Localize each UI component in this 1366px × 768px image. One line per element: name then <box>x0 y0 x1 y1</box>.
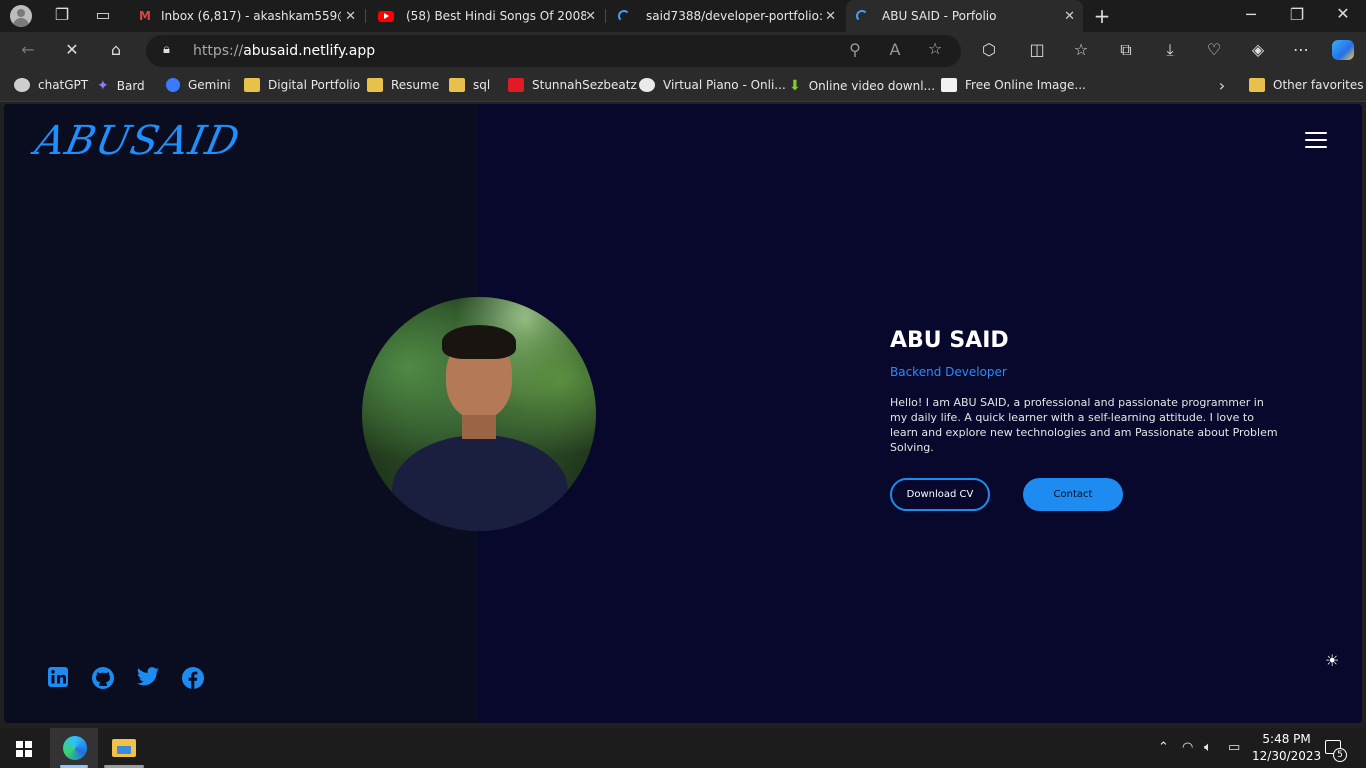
profile-role: Backend Developer <box>890 365 1007 379</box>
download-cv-button[interactable]: Download CV <box>890 478 990 511</box>
profile-avatar[interactable] <box>10 5 32 27</box>
close-icon[interactable]: ✕ <box>825 9 836 24</box>
new-tab-icon[interactable]: + <box>1091 4 1113 28</box>
taskbar: ⌃ ◠ 🔈︎ ▭ 5:48 PM 12/30/2023 5 <box>0 728 1366 768</box>
favorite-resume[interactable]: Resume <box>367 78 439 92</box>
tab-title: (58) Best Hindi Songs Of 2008 to <box>406 9 586 23</box>
gemini-icon <box>166 78 180 92</box>
tab-bar: ❐ ▭ M Inbox (6,817) - akashkam559@gm ✕ (… <box>0 0 1366 32</box>
edge-taskbar-icon[interactable] <box>50 728 98 768</box>
bard-icon: ✦ <box>97 78 109 94</box>
bookmark-icon <box>639 78 655 92</box>
clock-time: 5:48 PM <box>1262 732 1311 746</box>
favorite-star-icon[interactable]: ☆ <box>924 39 946 58</box>
restore-icon[interactable]: ❐ <box>1286 5 1308 24</box>
chevron-up-icon[interactable]: ⌃ <box>1158 740 1169 755</box>
chevron-right-icon[interactable]: › <box>1211 76 1233 95</box>
chatgpt-icon <box>14 78 30 92</box>
sun-icon[interactable]: ☀ <box>1325 651 1339 670</box>
profile-photo <box>362 297 596 531</box>
collections-icon[interactable]: ⧉ <box>1115 40 1137 60</box>
tab-title: said7388/developer-portfolio: So <box>646 9 826 23</box>
folder-icon <box>367 78 383 92</box>
favorites-icon[interactable]: ☆ <box>1070 40 1092 59</box>
favorite-video-downloader[interactable]: ⬇ Online video downl... <box>789 78 935 94</box>
performance-icon[interactable]: ♡ <box>1203 40 1225 59</box>
favorite-gemini[interactable]: Gemini <box>166 78 231 92</box>
file-explorer-icon[interactable] <box>112 739 136 757</box>
folder-icon <box>244 78 260 92</box>
contact-button[interactable]: Contact <box>1023 478 1123 511</box>
facebook-icon[interactable] <box>181 666 205 690</box>
url-text[interactable]: https://abusaid.netlify.app <box>193 43 375 59</box>
bookmark-icon <box>508 78 524 92</box>
address-bar-row: ← ✕ ⌂ 🔒︎ https://abusaid.netlify.app ⚲ A… <box>0 32 1366 70</box>
favorites-bar: chatGPT ✦ Bard Gemini Digital Portfolio R… <box>0 70 1366 102</box>
loading-icon <box>856 10 868 22</box>
workspaces-icon[interactable]: ❐ <box>51 5 73 24</box>
volume-icon[interactable]: 🔈︎ <box>1204 740 1212 755</box>
profile-name: ABU SAID <box>890 328 1009 353</box>
close-icon[interactable]: ✕ <box>1064 9 1075 24</box>
intro-section: ABU SAID Backend Developer Hello! I am A… <box>890 328 1290 511</box>
twitter-icon[interactable] <box>136 666 160 690</box>
read-aloud-icon[interactable]: A <box>884 40 906 59</box>
stop-icon[interactable]: ✕ <box>61 40 83 59</box>
favorite-chatgpt[interactable]: chatGPT <box>14 78 88 92</box>
home-icon[interactable]: ⌂ <box>105 40 127 59</box>
window-close-icon[interactable]: ✕ <box>1332 4 1354 23</box>
hamburger-menu-icon[interactable] <box>1305 132 1327 148</box>
close-icon[interactable]: ✕ <box>585 9 596 24</box>
battery-icon[interactable]: ▭ <box>1228 740 1240 755</box>
profile-bio: Hello! I am ABU SAID, a professional and… <box>890 396 1278 454</box>
folder-icon <box>449 78 465 92</box>
zoom-icon[interactable]: ⚲ <box>844 40 866 59</box>
address-bar[interactable]: 🔒︎ https://abusaid.netlify.app ⚲ A ☆ <box>146 35 961 67</box>
split-screen-icon[interactable]: ◫ <box>1026 40 1048 59</box>
more-menu-icon[interactable]: ⋯ <box>1290 40 1312 59</box>
tab-github[interactable]: said7388/developer-portfolio: So ✕ <box>606 0 844 32</box>
bookmark-icon <box>941 78 957 92</box>
copilot-icon[interactable] <box>1332 40 1354 60</box>
favorite-sql[interactable]: sql <box>449 78 490 92</box>
downloads-icon[interactable]: ⤓ <box>1159 40 1181 60</box>
github-icon[interactable] <box>91 666 115 690</box>
tab-youtube[interactable]: (58) Best Hindi Songs Of 2008 to ✕ <box>366 0 604 32</box>
minimize-icon[interactable]: ─ <box>1240 5 1262 24</box>
notification-badge: 5 <box>1333 748 1347 762</box>
clock-date: 12/30/2023 <box>1252 749 1322 763</box>
favorite-bard[interactable]: ✦ Bard <box>97 78 145 94</box>
close-icon[interactable]: ✕ <box>345 9 356 24</box>
other-favorites[interactable]: Other favorites <box>1249 78 1364 92</box>
system-clock[interactable]: 5:48 PM 12/30/2023 <box>1252 731 1321 765</box>
tab-actions-icon[interactable]: ▭ <box>92 5 114 24</box>
loading-icon <box>618 10 630 22</box>
browser-essentials-icon[interactable]: ◈ <box>1247 40 1269 59</box>
folder-icon <box>1249 78 1265 92</box>
tab-gmail[interactable]: M Inbox (6,817) - akashkam559@gm ✕ <box>128 0 364 32</box>
lock-icon: 🔒︎ <box>163 42 170 57</box>
linkedin-icon[interactable] <box>47 666 71 690</box>
download-icon: ⬇ <box>789 78 801 94</box>
wifi-icon[interactable]: ◠ <box>1182 740 1193 755</box>
favorite-stunnahsezbeatz[interactable]: StunnahSezbeatz <box>508 78 637 92</box>
extensions-icon[interactable]: ⬡ <box>978 40 1000 59</box>
favorite-free-online-image[interactable]: Free Online Image... <box>941 78 1086 92</box>
site-logo[interactable]: ABUSAID <box>31 118 244 164</box>
browser-chrome: ❐ ▭ M Inbox (6,817) - akashkam559@gm ✕ (… <box>0 0 1366 104</box>
youtube-icon <box>378 10 394 22</box>
portfolio-page: ABUSAID ABU SAID Backend Developer Hello… <box>4 104 1362 723</box>
gmail-icon: M <box>139 9 151 23</box>
tab-title: Inbox (6,817) - akashkam559@gm <box>160 9 341 23</box>
windows-start-icon[interactable] <box>16 741 32 757</box>
favorite-digital-portfolio[interactable]: Digital Portfolio <box>244 78 360 92</box>
favorite-virtual-piano[interactable]: Virtual Piano - Onli... <box>639 78 786 92</box>
tab-title: ABU SAID - Porfolio <box>882 9 997 23</box>
back-icon[interactable]: ← <box>17 40 39 59</box>
tab-portfolio[interactable]: ABU SAID - Porfolio ✕ <box>846 0 1083 32</box>
